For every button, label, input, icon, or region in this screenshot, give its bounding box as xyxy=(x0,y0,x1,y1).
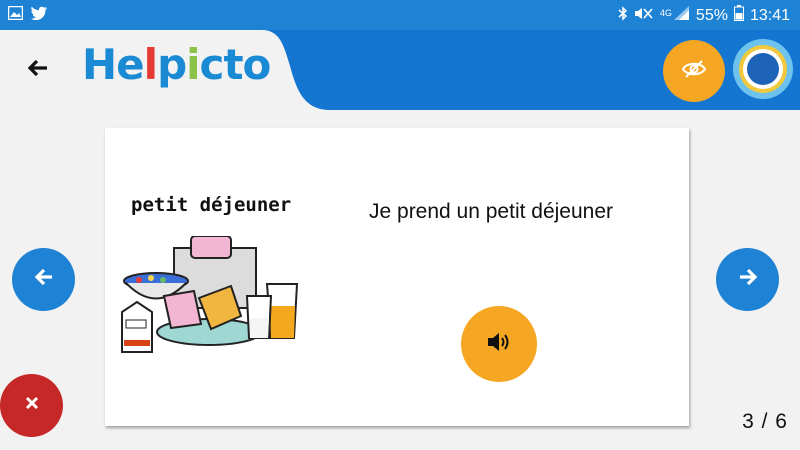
speaker-icon xyxy=(486,331,512,358)
previous-button[interactable] xyxy=(12,248,75,311)
profile-avatar-button[interactable] xyxy=(733,39,793,99)
signal-icon xyxy=(673,6,690,25)
twitter-icon xyxy=(31,6,48,25)
helpicto-logo: Helpicto xyxy=(82,40,272,89)
eye-off-icon xyxy=(681,59,707,84)
play-sound-button[interactable] xyxy=(461,306,537,382)
logo-letter: l xyxy=(143,40,158,89)
battery-icon xyxy=(733,5,744,26)
logo-letter: t xyxy=(223,40,243,89)
arrow-right-icon xyxy=(738,268,758,291)
logo-letter: c xyxy=(199,40,225,89)
status-right: 4G 55% 13:41 xyxy=(618,5,790,26)
close-button[interactable] xyxy=(0,374,63,437)
status-time: 13:41 xyxy=(749,6,790,24)
network-label: 4G xyxy=(659,7,672,18)
status-left xyxy=(7,5,48,25)
next-button[interactable] xyxy=(716,248,779,311)
arrow-left-icon xyxy=(34,268,54,291)
logo-letter: e xyxy=(116,40,144,89)
visibility-toggle-button[interactable] xyxy=(663,40,725,102)
avatar-core xyxy=(747,53,779,85)
logo-letter: H xyxy=(82,40,117,89)
gallery-icon xyxy=(7,5,24,25)
status-bar: 4G 55% 13:41 xyxy=(0,0,800,30)
logo-letter: o xyxy=(242,40,272,89)
close-icon xyxy=(25,396,39,415)
mute-icon xyxy=(634,6,654,26)
back-button[interactable] xyxy=(24,56,52,84)
picto-label: petit déjeuner xyxy=(131,194,292,216)
logo-letter: i xyxy=(186,40,200,89)
page-counter: 3 / 6 xyxy=(742,410,788,433)
arrow-left-icon xyxy=(27,58,49,83)
breakfast-pictogram xyxy=(121,236,299,353)
logo-letter: p xyxy=(157,40,187,89)
battery-percent: 55% xyxy=(695,6,728,24)
sentence-text: Je prend un petit déjeuner xyxy=(369,200,614,223)
avatar-ring xyxy=(739,45,787,93)
bluetooth-icon xyxy=(618,5,628,26)
avatar-ring-inner xyxy=(743,49,783,89)
pictogram-card: petit déjeuner Je prend un petit déjeune… xyxy=(105,128,689,426)
